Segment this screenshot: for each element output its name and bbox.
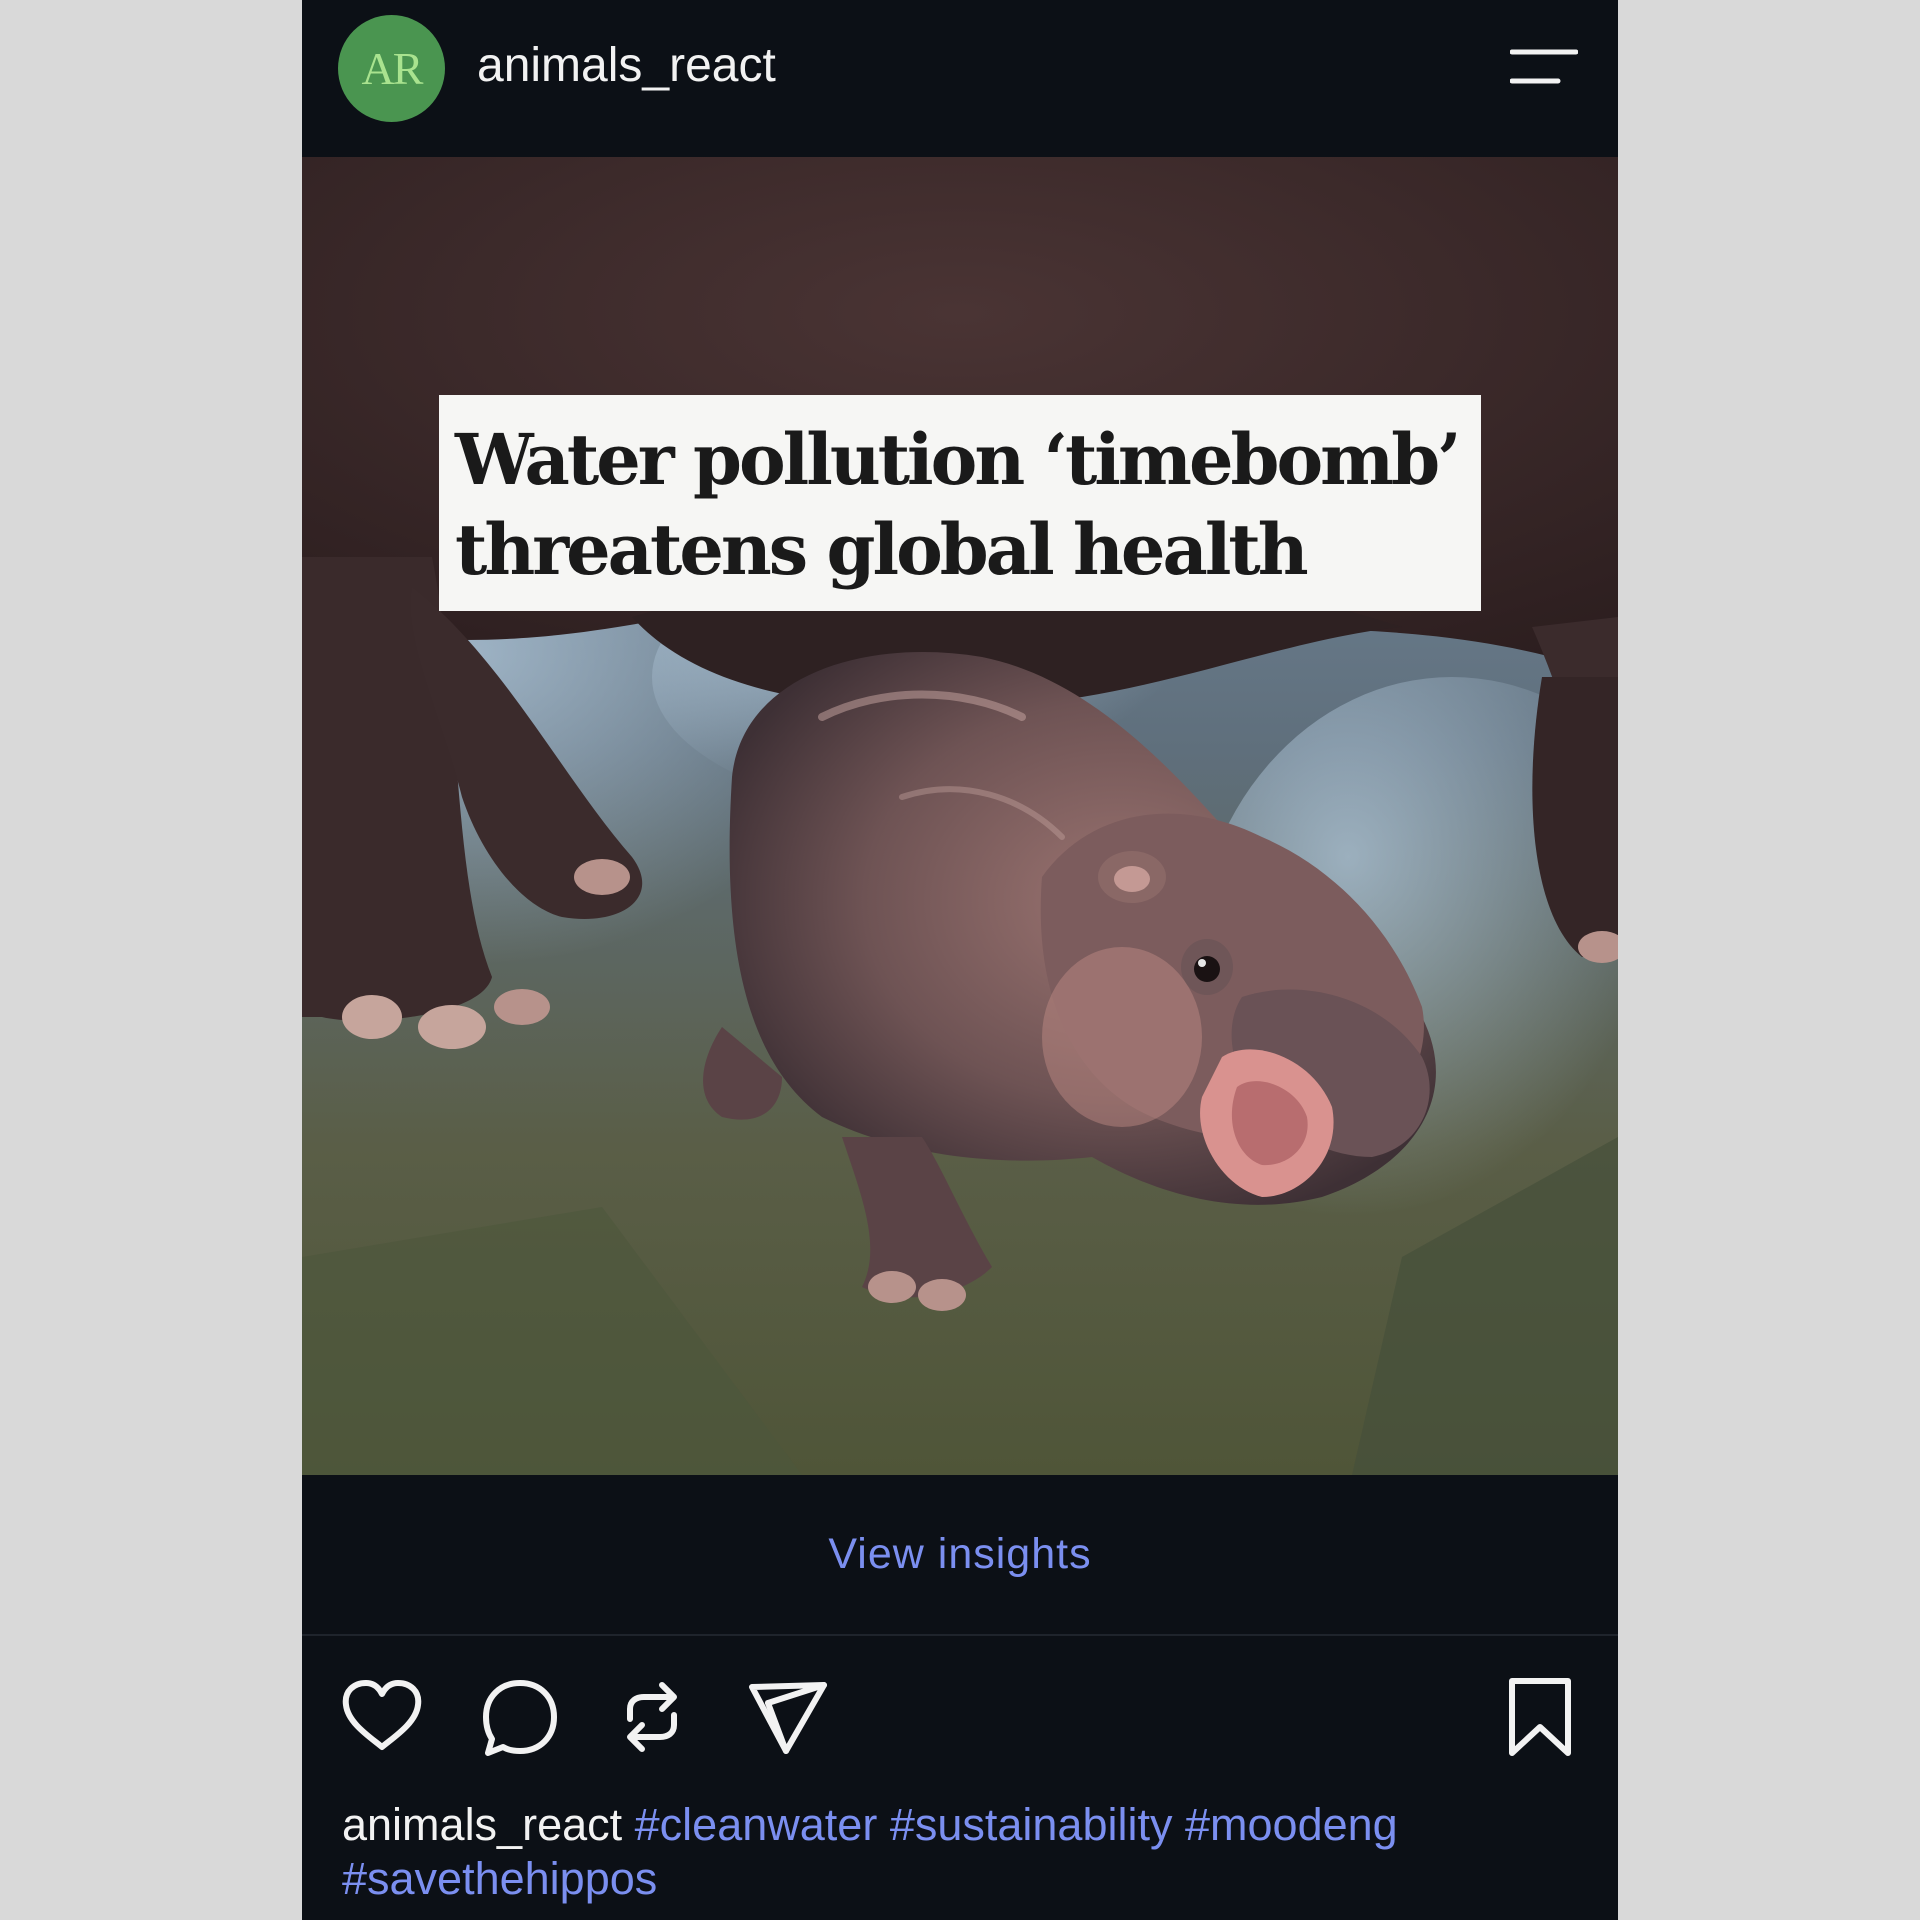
bookmark-icon[interactable] bbox=[1498, 1675, 1582, 1759]
send-icon[interactable] bbox=[746, 1675, 830, 1759]
heart-icon[interactable] bbox=[340, 1675, 424, 1759]
caption-username[interactable]: animals_react bbox=[342, 1799, 622, 1850]
repost-icon[interactable] bbox=[610, 1675, 694, 1759]
hashtag-cleanwater[interactable]: #cleanwater bbox=[635, 1799, 878, 1850]
hippo-photo bbox=[302, 157, 1618, 1475]
post-actions bbox=[302, 1675, 1618, 1763]
hashtag-sustainability[interactable]: #sustainability bbox=[890, 1799, 1173, 1850]
post-photo[interactable]: Water pollution ‘timebomb’ threatens glo… bbox=[302, 157, 1618, 1475]
post-username[interactable]: animals_react bbox=[477, 36, 776, 96]
avatar[interactable]: AR bbox=[338, 15, 445, 122]
post-caption: animals_react #cleanwater #sustainabilit… bbox=[342, 1798, 1582, 1906]
page: AR animals_react Water pollution ‘timebo… bbox=[0, 0, 1920, 1920]
headline-line-1: Water pollution ‘timebomb’ bbox=[455, 418, 1462, 501]
post-container: AR animals_react Water pollution ‘timebo… bbox=[302, 0, 1618, 1920]
comment-icon[interactable] bbox=[478, 1675, 562, 1759]
insights-bar: View insights bbox=[302, 1475, 1618, 1636]
hashtag-savethehippos[interactable]: #savethehippos bbox=[342, 1853, 657, 1904]
post-header: AR animals_react bbox=[302, 0, 1618, 157]
hashtag-moodeng[interactable]: #moodeng bbox=[1185, 1799, 1398, 1850]
menu-icon[interactable] bbox=[1509, 48, 1579, 88]
avatar-initials: AR bbox=[361, 43, 424, 94]
headline-overlay: Water pollution ‘timebomb’ threatens glo… bbox=[439, 395, 1481, 611]
headline-line-2: threatens global health bbox=[455, 508, 1309, 591]
view-insights-link[interactable]: View insights bbox=[828, 1530, 1091, 1579]
